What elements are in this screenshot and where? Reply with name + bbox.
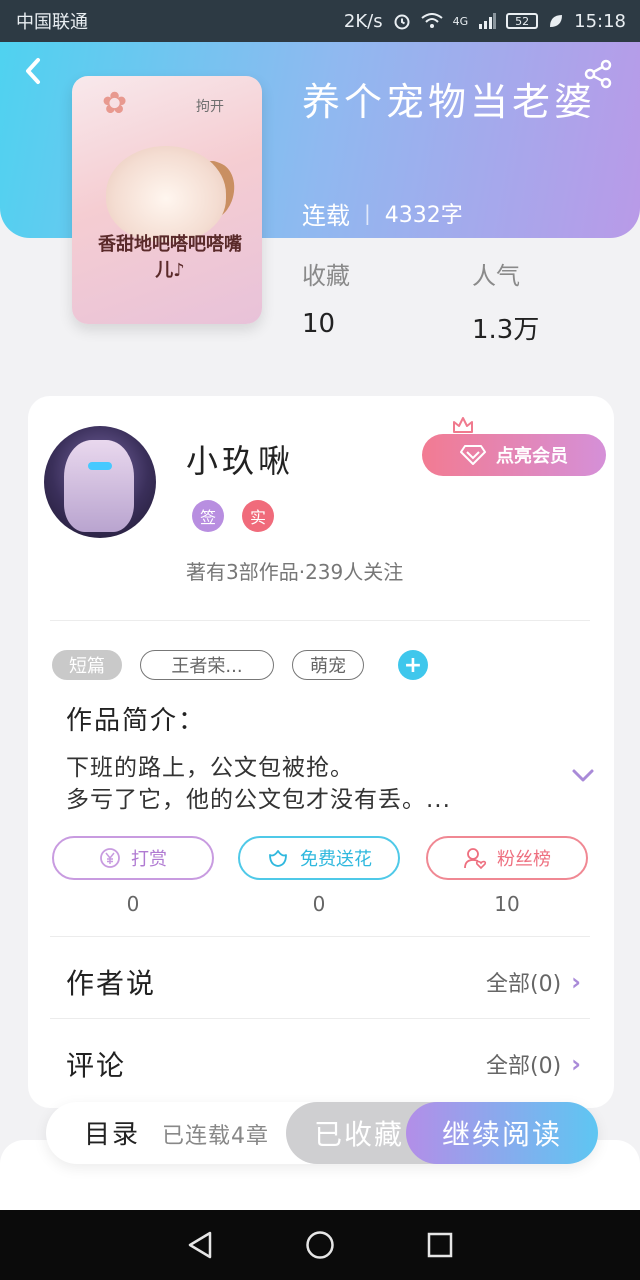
carrier-name: 中国联通: [16, 12, 88, 33]
fan-count: 10: [494, 892, 520, 916]
cover-caption: 香甜地吧嗒吧嗒嘴儿♪: [98, 234, 242, 281]
battery-icon: 52: [506, 13, 539, 29]
synopsis-line: 多亏了它，他的公文包才没有丢。...: [66, 787, 451, 813]
tip-button[interactable]: 打赏: [52, 836, 214, 880]
recents-square-icon[interactable]: [426, 1231, 454, 1259]
fan-user-icon: [464, 848, 487, 870]
popularity-value: 1.3万: [472, 315, 540, 345]
network-speed: 2K/s: [343, 10, 383, 32]
synopsis-line: 下班的路上，公文包被抢。: [66, 755, 354, 781]
popularity-label: 人气: [472, 262, 520, 290]
leaf-icon: [550, 15, 563, 27]
author-works-info: 著有3部作品·239人关注: [186, 560, 404, 584]
signal-type: 4G: [452, 14, 469, 28]
tag-cute-pet[interactable]: 萌宠: [292, 650, 364, 680]
book-meta: 连载 | 4332字: [302, 196, 463, 230]
chevron-down-icon[interactable]: [570, 766, 596, 786]
serial-status: 连载: [302, 201, 350, 230]
divider: [50, 620, 590, 621]
yuan-coin-icon: [100, 848, 120, 868]
system-nav-bar: [0, 1210, 640, 1280]
flower-icon: [269, 850, 287, 867]
meta-separator: |: [364, 201, 371, 225]
avatar-illustration: [64, 440, 134, 532]
avatar[interactable]: [44, 426, 156, 538]
synopsis-title: 作品简介：: [66, 706, 207, 736]
divider: [50, 1018, 590, 1019]
status-bar: 中国联通 2K/s 4G 52 15:18: [0, 0, 640, 42]
alarm-icon: [394, 14, 410, 30]
chevron-left-icon: [26, 58, 40, 84]
send-flower-label: 免费送花: [300, 849, 372, 870]
flower-count: 0: [312, 892, 326, 916]
comments-all-link[interactable]: 全部(0) ›: [486, 1048, 581, 1080]
chapter-count: 已连载4章: [162, 1124, 269, 1149]
synopsis-text[interactable]: 下班的路上，公文包被抢。 多亏了它，他的公文包才没有丢。...: [66, 752, 536, 816]
signal-icon: [479, 13, 497, 29]
author-says-all-link[interactable]: 全部(0) ›: [486, 966, 581, 998]
table-of-contents-button[interactable]: 目录: [84, 1114, 140, 1151]
home-circle-icon[interactable]: [305, 1230, 335, 1260]
continue-reading-button[interactable]: 继续阅读: [406, 1102, 598, 1164]
activate-membership-button[interactable]: 点亮会员: [422, 434, 606, 476]
comments-title: 评论: [66, 1049, 127, 1082]
favorites-label: 收藏: [302, 262, 350, 290]
tag-honor-of-kings[interactable]: 王者荣...: [140, 650, 274, 680]
tip-label: 打赏: [131, 849, 167, 870]
word-count: 4332字: [384, 203, 463, 228]
author-name[interactable]: 小玖啾: [186, 436, 294, 482]
author-says-all-label: 全部(0): [486, 972, 562, 997]
popularity-stat: 人气 1.3万: [472, 256, 539, 346]
fan-ranking-label: 粉丝榜: [497, 849, 551, 870]
tag-short-story[interactable]: 短篇: [52, 650, 122, 680]
book-cover[interactable]: ✿ 拘开 香甜地吧嗒吧嗒嘴儿♪: [72, 76, 262, 324]
wifi-icon: [420, 13, 443, 28]
avatar-illustration-eyes: [88, 462, 112, 470]
status-icons: 2K/s 4G 52 15:18: [344, 11, 626, 32]
add-tag-button[interactable]: +: [398, 650, 428, 680]
book-title: 养个宠物当老婆: [302, 80, 597, 124]
chevron-right-icon: ›: [571, 968, 582, 996]
favorites-stat: 收藏 10: [302, 256, 350, 339]
tip-count: 0: [126, 892, 140, 916]
author-says-title: 作者说: [66, 967, 157, 1000]
diamond-icon: [460, 445, 486, 465]
verified-badge: 实: [242, 500, 274, 532]
flower-decoration-icon: ✿: [102, 86, 128, 121]
chevron-right-icon: ›: [571, 1050, 582, 1078]
comments-all-label: 全部(0): [486, 1054, 562, 1079]
clock: 15:18: [574, 10, 626, 32]
crown-icon: [453, 417, 473, 433]
back-button[interactable]: [22, 56, 50, 86]
favorites-value: 10: [302, 309, 336, 339]
divider: [50, 936, 590, 937]
fan-ranking-button[interactable]: 粉丝榜: [426, 836, 588, 880]
signed-author-badge: 签: [192, 500, 224, 532]
cover-illustration: [106, 146, 226, 242]
membership-label: 点亮会员: [496, 446, 568, 467]
cover-tag: 拘开: [196, 99, 224, 115]
send-flower-button[interactable]: 免费送花: [238, 836, 400, 880]
back-triangle-icon[interactable]: [186, 1230, 214, 1260]
